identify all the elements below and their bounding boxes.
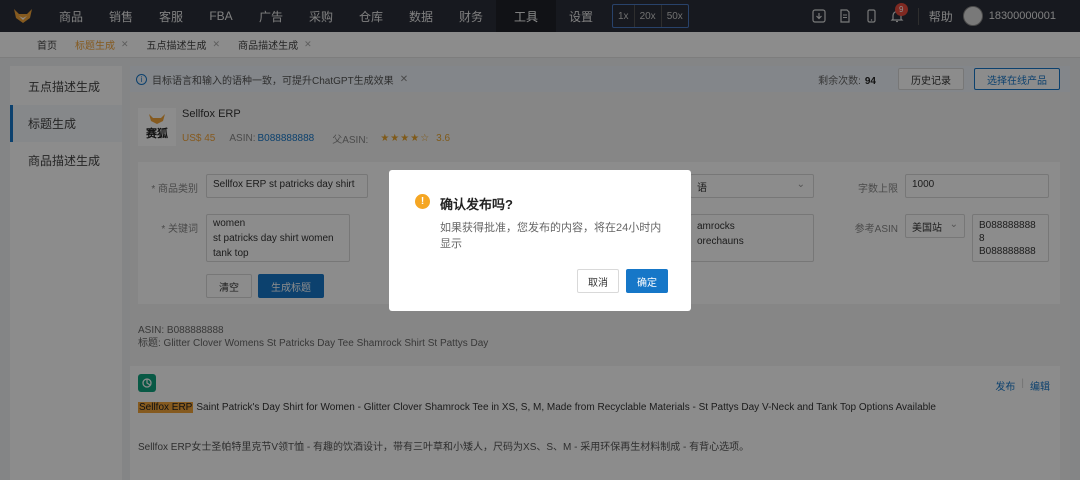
warning-icon: ! (415, 194, 430, 209)
dialog-body: 如果获得批准，您发布的内容，将在24小时内显示 (440, 222, 662, 250)
cancel-button[interactable]: 取消 (577, 269, 619, 293)
dialog-title: 确认发布吗? (440, 197, 513, 212)
confirm-publish-dialog: ! 确认发布吗? 如果获得批准，您发布的内容，将在24小时内显示 取消 确定 (389, 170, 691, 311)
confirm-button[interactable]: 确定 (626, 269, 668, 293)
